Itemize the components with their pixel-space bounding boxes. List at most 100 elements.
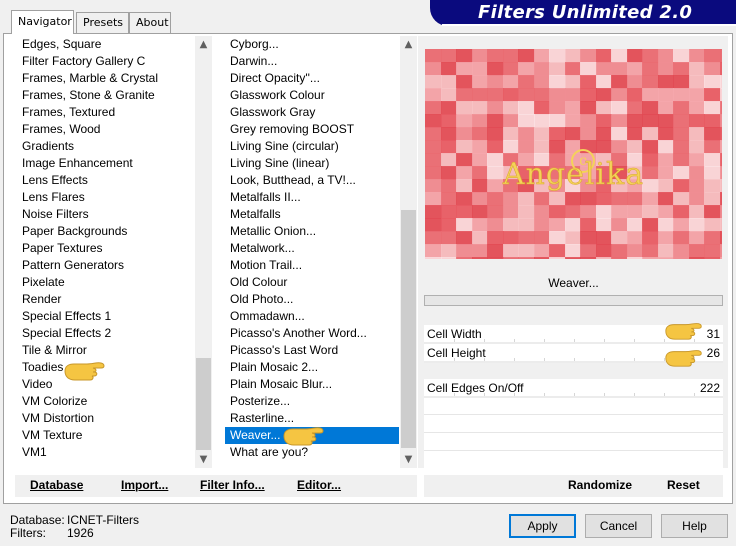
param-divider: [424, 450, 723, 451]
tab-about[interactable]: About: [129, 12, 171, 33]
tab-presets[interactable]: Presets: [76, 12, 129, 33]
list-item[interactable]: VM Distortion: [17, 410, 194, 427]
slider-tick: [574, 339, 575, 342]
list-item[interactable]: VM Colorize: [17, 393, 194, 410]
param-value: 26: [706, 346, 720, 360]
slider-tick: [604, 393, 605, 396]
list-item[interactable]: Metalwork...: [225, 240, 399, 257]
list-item[interactable]: Living Sine (circular): [225, 138, 399, 155]
list-item[interactable]: Old Colour: [225, 274, 399, 291]
filter-info-button[interactable]: Filter Info...: [200, 478, 265, 492]
list-item[interactable]: Frames, Stone & Granite: [17, 87, 194, 104]
database-label: Database:: [10, 513, 65, 527]
list-item[interactable]: Metalfalls: [225, 206, 399, 223]
slider-tick: [454, 358, 455, 361]
list-item[interactable]: Render: [17, 291, 194, 308]
list-item[interactable]: Pixelate: [17, 274, 194, 291]
app-title: Filters Unlimited 2.0: [478, 2, 693, 23]
list-item[interactable]: Look, Butthead, a TV!...: [225, 172, 399, 189]
apply-button[interactable]: Apply: [509, 514, 576, 538]
list-item[interactable]: Tile & Mirror: [17, 342, 194, 359]
list-item[interactable]: Metalfalls II...: [225, 189, 399, 206]
help-button[interactable]: Help: [661, 514, 728, 538]
database-value: ICNET-Filters: [67, 513, 139, 527]
list-item[interactable]: VM Texture: [17, 427, 194, 444]
slider-tick: [514, 393, 515, 396]
list-item[interactable]: Old Photo...: [225, 291, 399, 308]
list-item[interactable]: Motion Trail...: [225, 257, 399, 274]
slider-tick: [604, 358, 605, 361]
list-item[interactable]: Glasswork Gray: [225, 104, 399, 121]
category-scrollbar[interactable]: ▲ ▼: [195, 36, 212, 468]
list-item[interactable]: Special Effects 2: [17, 325, 194, 342]
param-divider: [424, 414, 723, 415]
list-item[interactable]: Pattern Generators: [17, 257, 194, 274]
list-item[interactable]: Grey removing BOOST: [225, 121, 399, 138]
list-item[interactable]: Picasso's Last Word: [225, 342, 399, 359]
empty-params-area: [424, 398, 723, 468]
list-item[interactable]: Gradients: [17, 138, 194, 155]
preview-watermark: Angelika: [502, 157, 645, 193]
filters-count: 1926: [67, 526, 94, 540]
list-item[interactable]: Lens Flares: [17, 189, 194, 206]
param-label: Cell Height: [427, 346, 486, 360]
list-item[interactable]: Edges, Square: [17, 36, 194, 53]
slider-tick: [484, 358, 485, 361]
list-item[interactable]: Glasswork Colour: [225, 87, 399, 104]
list-item[interactable]: Frames, Marble & Crystal: [17, 70, 194, 87]
import-button[interactable]: Import...: [121, 478, 168, 492]
filter-scrollbar[interactable]: ▲ ▼: [400, 36, 417, 468]
scroll-up-icon[interactable]: ▲: [400, 36, 417, 53]
slider-tick: [574, 358, 575, 361]
randomize-button[interactable]: Randomize: [568, 478, 632, 492]
current-filter-name: Weaver...: [424, 270, 723, 296]
slider-tick: [634, 339, 635, 342]
scroll-thumb[interactable]: [401, 210, 416, 448]
slider-tick: [634, 393, 635, 396]
slider-tick: [634, 358, 635, 361]
list-item[interactable]: Noise Filters: [17, 206, 194, 223]
reset-button[interactable]: Reset: [667, 478, 700, 492]
list-item[interactable]: Ommadawn...: [225, 308, 399, 325]
list-item[interactable]: Frames, Wood: [17, 121, 194, 138]
slider-tick: [574, 393, 575, 396]
list-item[interactable]: Filter Factory Gallery C: [17, 53, 194, 70]
list-item[interactable]: Direct Opacity''...: [225, 70, 399, 87]
scroll-down-icon[interactable]: ▼: [400, 451, 417, 468]
list-item[interactable]: Paper Textures: [17, 240, 194, 257]
param-value: 31: [706, 327, 720, 341]
pointing-hand-icon: [665, 323, 702, 340]
filters-label: Filters:: [10, 526, 46, 540]
progress-bar: [424, 295, 723, 306]
category-list[interactable]: Edges, Square Filter Factory Gallery C Fra…: [17, 36, 194, 468]
list-item[interactable]: Cyborg...: [225, 36, 399, 53]
list-item[interactable]: Living Sine (linear): [225, 155, 399, 172]
param-cell-edges[interactable]: Cell Edges On/Off 222: [424, 379, 723, 398]
scroll-down-icon[interactable]: ▼: [195, 451, 212, 468]
editor-button[interactable]: Editor...: [297, 478, 341, 492]
app-banner: Filters Unlimited 2.0: [430, 0, 736, 26]
list-item[interactable]: Plain Mosaic Blur...: [225, 376, 399, 393]
scroll-up-icon[interactable]: ▲: [195, 36, 212, 53]
scroll-thumb[interactable]: [196, 358, 211, 450]
cancel-button[interactable]: Cancel: [585, 514, 652, 538]
list-item[interactable]: Darwin...: [225, 53, 399, 70]
list-item[interactable]: Picasso's Another Word...: [225, 325, 399, 342]
filter-list[interactable]: Cyborg... Darwin... Direct Opacity''... Gla…: [225, 36, 399, 468]
slider-tick: [514, 339, 515, 342]
list-item[interactable]: Metallic Onion...: [225, 223, 399, 240]
slider-tick: [544, 358, 545, 361]
list-item[interactable]: VM1: [17, 444, 194, 461]
list-item[interactable]: Posterize...: [225, 393, 399, 410]
list-item[interactable]: Plain Mosaic 2...: [225, 359, 399, 376]
database-button[interactable]: Database: [30, 478, 83, 492]
list-item[interactable]: Frames, Textured: [17, 104, 194, 121]
tab-navigator[interactable]: Navigator: [11, 10, 74, 34]
list-item[interactable]: Lens Effects: [17, 172, 194, 189]
list-item[interactable]: Special Effects 1: [17, 308, 194, 325]
param-label: Cell Edges On/Off: [427, 381, 524, 395]
list-item[interactable]: Image Enhancement: [17, 155, 194, 172]
param-value: 222: [699, 381, 720, 395]
slider-tick: [604, 339, 605, 342]
list-item[interactable]: Paper Backgrounds: [17, 223, 194, 240]
